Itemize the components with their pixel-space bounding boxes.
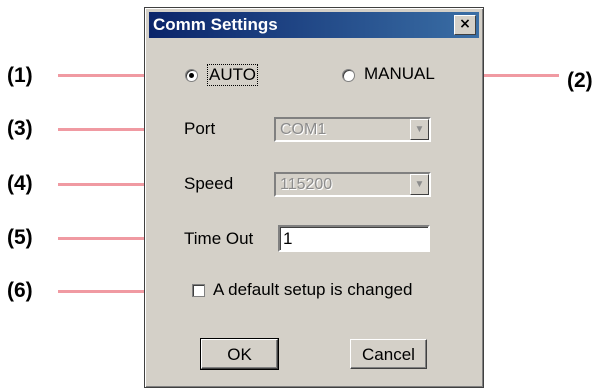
timeout-label: Time Out [184, 229, 254, 248]
comm-settings-dialog: Comm Settings × AUTO MANUAL Port COM1 ▼ … [144, 7, 484, 388]
callout-6: (6) [7, 279, 33, 302]
callout-2: (2) [567, 69, 593, 92]
port-value: COM1 [280, 121, 327, 138]
ok-button[interactable]: OK [200, 338, 279, 370]
port-label: Port [184, 119, 216, 138]
default-setup-checkbox[interactable] [192, 284, 205, 297]
dialog-title: Comm Settings [153, 15, 278, 34]
title-bar[interactable]: Comm Settings × [149, 12, 479, 38]
callout-3: (3) [7, 117, 33, 140]
close-icon: × [459, 16, 471, 32]
speed-label: Speed [184, 174, 234, 193]
auto-label[interactable]: AUTO [209, 65, 256, 84]
manual-label[interactable]: MANUAL [364, 64, 435, 84]
auto-focus-box: AUTO [207, 64, 258, 86]
callout-5: (5) [7, 226, 33, 249]
cancel-button[interactable]: Cancel [350, 339, 427, 369]
timeout-input[interactable] [278, 225, 430, 252]
callout-1: (1) [7, 64, 33, 87]
speed-value: 115200 [280, 176, 333, 193]
speed-select[interactable]: 115200 ▼ [274, 172, 431, 197]
default-setup-label[interactable]: A default setup is changed [213, 280, 412, 300]
port-dropdown-arrow-icon[interactable]: ▼ [410, 119, 429, 140]
close-button[interactable]: × [454, 15, 476, 35]
callout-4: (4) [7, 172, 33, 195]
speed-dropdown-arrow-icon[interactable]: ▼ [410, 174, 429, 195]
manual-radio[interactable] [342, 69, 355, 82]
auto-radio[interactable] [185, 69, 198, 82]
page: (1) (2) (3) (4) (5) (6) Comm Settings × … [0, 0, 615, 392]
port-select[interactable]: COM1 ▼ [274, 117, 431, 142]
